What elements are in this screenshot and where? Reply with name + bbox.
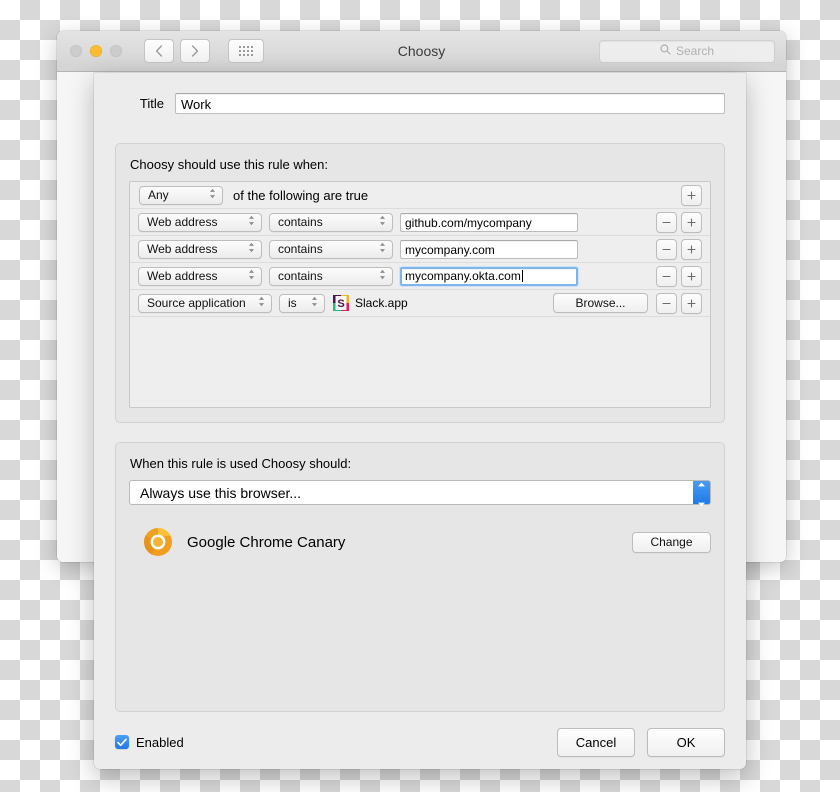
cancel-button[interactable]: Cancel [557,727,635,757]
condition-attribute-value: Web address [147,269,218,283]
add-condition-button[interactable] [681,265,702,287]
chevron-updown-icon [247,241,256,258]
action-stepper[interactable] [693,481,710,506]
condition-attribute-select[interactable]: Web address [138,266,262,286]
remove-condition-button[interactable] [656,265,677,287]
table-row: Web address contains mycompany.com [130,236,710,263]
match-mode-value: Any [148,188,169,202]
remove-condition-button[interactable] [656,238,677,260]
sheet-footer: Enabled Cancel OK [94,715,746,769]
condition-attribute-select[interactable]: Web address [138,239,262,259]
chrome-canary-icon [143,527,173,557]
title-row: Title Work [94,73,746,114]
ok-button[interactable]: OK [647,727,725,757]
minimize-button[interactable] [90,45,102,57]
condition-operator-value: contains [278,269,323,283]
zoom-button[interactable] [110,45,122,57]
match-mode-suffix: of the following are true [233,187,369,203]
match-row-buttons [681,184,702,206]
condition-operator-select[interactable]: contains [269,266,393,286]
svg-text:S: S [337,298,344,310]
enabled-label: Enabled [136,734,184,750]
selected-app-name: Slack.app [355,296,408,310]
condition-value-input[interactable]: github.com/mycompany [400,212,578,232]
enabled-checkbox-wrap[interactable]: Enabled [115,735,184,750]
remove-condition-button[interactable] [656,292,677,314]
action-heading: When this rule is used Choosy should: [130,456,352,471]
condition-value-input-focused[interactable]: mycompany.okta.com [399,265,579,287]
chevron-updown-icon [208,187,217,204]
chevron-right-icon [191,45,199,57]
chevron-updown-icon [247,268,256,285]
search-placeholder: Search [675,44,715,58]
browse-button[interactable]: Browse... [553,293,648,313]
search-icon [660,42,671,60]
slack-app-icon: S [333,295,349,311]
footer-buttons: Cancel OK [557,727,725,757]
condition-operator-value: contains [278,215,323,229]
toolbar-nav-group [144,39,210,63]
enabled-checkbox[interactable] [115,735,129,749]
chevron-updown-icon [247,214,256,231]
browser-row: Google Chrome Canary Change [129,527,711,557]
remove-condition-button[interactable] [656,211,677,233]
action-select-value: Always use this browser... [140,484,302,501]
row-buttons [656,238,702,260]
forward-button[interactable] [180,39,210,63]
conditions-list: Any of the following are true Web addres… [129,181,711,408]
condition-operator-select[interactable]: contains [269,239,393,259]
rule-editor-sheet: Title Work Choosy should use this rule w… [94,73,746,769]
condition-value-input[interactable]: mycompany.com [400,239,578,259]
chevron-up-icon [697,474,706,492]
match-mode-row: Any of the following are true [130,182,710,209]
table-row: Source application is S Slack.app Browse… [130,290,710,317]
row-buttons [656,292,702,314]
selected-app: S Slack.app [333,295,408,311]
show-all-icon [239,46,253,56]
action-select-wrap: Always use this browser... [129,480,711,506]
change-browser-button[interactable]: Change [632,531,711,553]
chevron-down-icon [697,494,706,512]
title-label: Title [139,96,164,111]
condition-operator-value: contains [278,242,323,256]
browser-name: Google Chrome Canary [187,533,346,551]
search-field[interactable]: Search [599,39,775,63]
match-mode-select[interactable]: Any [139,185,223,205]
conditions-group: Choosy should use this rule when: Any of… [115,143,725,423]
traffic-light-group [70,45,122,57]
window-titlebar: Choosy Search [57,31,786,72]
text-caret [521,269,523,282]
condition-operator-value: is [288,296,297,310]
conditions-heading: Choosy should use this rule when: [130,157,329,172]
condition-attribute-value: Web address [147,242,218,256]
condition-attribute-select[interactable]: Web address [138,212,262,232]
chevron-left-icon [155,45,163,57]
condition-attribute-value: Source application [147,296,246,310]
chevron-updown-icon [378,214,387,231]
row-buttons [656,265,702,287]
show-all-button[interactable] [228,39,264,63]
condition-operator-select[interactable]: is [279,293,325,313]
condition-attribute-select[interactable]: Source application [138,293,272,313]
row-buttons [656,211,702,233]
chevron-updown-icon [378,268,387,285]
back-button[interactable] [144,39,174,63]
add-condition-button[interactable] [681,292,702,314]
add-condition-button[interactable] [681,211,702,233]
condition-operator-select[interactable]: contains [269,212,393,232]
chevron-updown-icon [378,241,387,258]
table-row: Web address contains github.com/mycompan… [130,209,710,236]
add-condition-button[interactable] [681,238,702,260]
table-row: Web address contains mycompany.okta.com [130,263,710,290]
chevron-updown-icon [257,295,266,312]
condition-attribute-value: Web address [147,215,218,229]
chevron-updown-icon [310,295,319,312]
condition-value-text: mycompany.okta.com [405,268,521,283]
add-condition-button[interactable] [681,184,702,206]
action-select[interactable]: Always use this browser... [129,480,711,505]
close-button[interactable] [70,45,82,57]
action-group: When this rule is used Choosy should: Al… [115,442,725,712]
title-input[interactable]: Work [175,93,725,114]
